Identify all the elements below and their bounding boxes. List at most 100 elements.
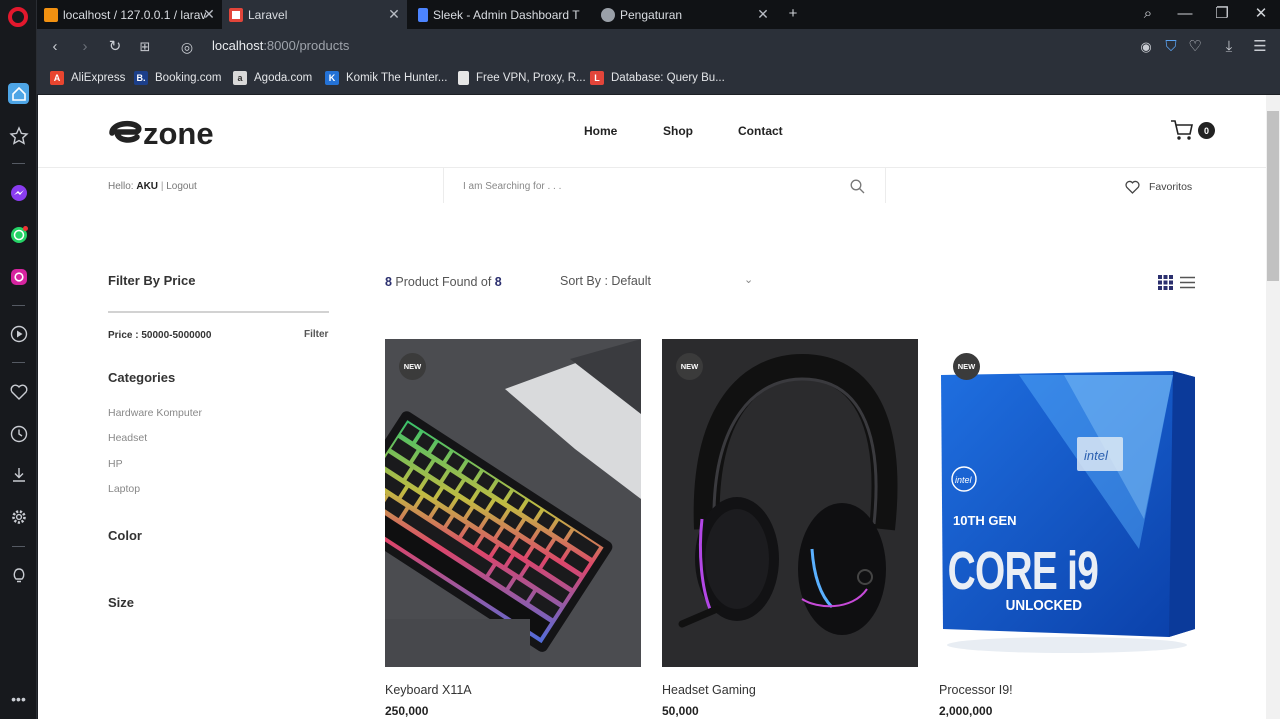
- bookmark-agoda[interactable]: a Agoda.com: [233, 71, 312, 85]
- aliexpress-icon: A: [50, 71, 64, 85]
- home-icon[interactable]: [8, 83, 29, 104]
- lightbulb-icon[interactable]: [8, 564, 29, 585]
- laravel-icon: [229, 7, 243, 22]
- nav-shop[interactable]: Shop: [663, 124, 693, 138]
- close-icon[interactable]: ✕: [202, 7, 216, 21]
- booking-icon: B.: [134, 71, 148, 85]
- search-icon[interactable]: [850, 179, 865, 194]
- grid-view-icon[interactable]: [1158, 275, 1173, 290]
- new-badge: NEW: [953, 353, 980, 380]
- downloads-icon[interactable]: [8, 464, 29, 485]
- svg-text:intel: intel: [955, 475, 973, 485]
- scrollbar-thumb[interactable]: [1267, 111, 1279, 281]
- site-logo[interactable]: zone: [108, 115, 238, 151]
- settings-icon[interactable]: [8, 506, 29, 527]
- heart-icon[interactable]: [8, 381, 29, 402]
- cart-count-badge: 0: [1198, 122, 1215, 139]
- tab-phpmyadmin[interactable]: localhost / 127.0.0.1 / larav ✕: [37, 0, 222, 29]
- laravel-icon: L: [590, 71, 604, 85]
- bookmark-free-vpn[interactable]: Free VPN, Proxy, R...: [458, 71, 586, 85]
- forward-icon[interactable]: ›: [75, 37, 95, 57]
- product-name[interactable]: Processor I9!: [939, 683, 1013, 697]
- product-image-processor[interactable]: intel intel 10TH GEN CORE i9 UNLOCKED NE…: [939, 339, 1195, 667]
- sort-select[interactable]: Sort By : Default: [560, 274, 651, 288]
- category-headset[interactable]: Headset: [108, 432, 147, 444]
- menu-icon[interactable]: ☰: [1250, 37, 1270, 57]
- products-found-text: 8 Product Found of 8: [385, 275, 502, 289]
- player-icon[interactable]: [8, 323, 29, 344]
- new-badge: NEW: [676, 353, 703, 380]
- messenger-icon[interactable]: [8, 182, 29, 203]
- heart-icon: [1125, 180, 1140, 194]
- opera-sidebar: •••: [0, 0, 37, 719]
- history-icon[interactable]: [8, 423, 29, 444]
- category-laptop[interactable]: Laptop: [108, 483, 140, 495]
- product-name[interactable]: Keyboard X11A: [385, 683, 472, 697]
- chevron-down-icon[interactable]: ⌄: [744, 273, 753, 286]
- svg-text:UNLOCKED: UNLOCKED: [1006, 597, 1082, 614]
- filter-button[interactable]: Filter: [304, 329, 328, 340]
- nav-home[interactable]: Home: [584, 124, 617, 138]
- close-icon[interactable]: ✕: [387, 7, 401, 21]
- minimize-icon[interactable]: —: [1174, 4, 1196, 24]
- list-view-icon[interactable]: [1180, 276, 1195, 289]
- opera-logo-icon[interactable]: [8, 7, 28, 27]
- phpmyadmin-icon: [44, 7, 58, 22]
- whatsapp-icon[interactable]: [8, 224, 29, 245]
- product-image-headset[interactable]: NEW: [662, 339, 918, 667]
- restore-icon[interactable]: ❐: [1211, 4, 1233, 24]
- close-icon[interactable]: ✕: [756, 7, 770, 21]
- heart-outline-icon[interactable]: ♡: [1185, 37, 1205, 57]
- tab-strip: localhost / 127.0.0.1 / larav ✕ Laravel …: [37, 0, 1280, 29]
- address-bar: ‹ › ↻ ⊞ ◎ localhost:8000/products ◉ ⛉ ♡ …: [37, 29, 1280, 64]
- new-tab-plus-icon[interactable]: +: [782, 4, 804, 24]
- product-price: 50,000: [662, 704, 699, 718]
- size-title: Size: [108, 595, 135, 610]
- reload-icon[interactable]: ↻: [105, 37, 125, 57]
- cart-button[interactable]: [1170, 119, 1194, 146]
- komik-icon: K: [325, 71, 339, 85]
- back-icon[interactable]: ‹: [45, 37, 65, 57]
- bookmark-booking[interactable]: B. Booking.com: [134, 71, 221, 85]
- price-slider[interactable]: [108, 311, 329, 313]
- bookmark-database[interactable]: L Database: Query Bu...: [590, 71, 725, 85]
- page-icon: [458, 71, 469, 85]
- svg-text:zone: zone: [143, 116, 214, 149]
- tab-laravel[interactable]: Laravel ✕: [222, 0, 407, 29]
- new-badge: NEW: [399, 353, 426, 380]
- page-scrollbar[interactable]: [1266, 95, 1280, 719]
- headset-photo: [662, 339, 918, 667]
- price-range-text: Price : 50000-5000000: [108, 330, 212, 341]
- svg-text:CORE i9: CORE i9: [948, 540, 1099, 601]
- product-price: 250,000: [385, 704, 429, 718]
- favorites-link[interactable]: Favoritos: [1125, 180, 1192, 194]
- product-image-keyboard[interactable]: NEW: [385, 339, 641, 667]
- processor-box-photo: intel intel 10TH GEN CORE i9 UNLOCKED: [939, 339, 1195, 667]
- svg-text:intel: intel: [1084, 448, 1109, 463]
- categories-title: Categories: [108, 370, 176, 385]
- category-hp[interactable]: HP: [108, 458, 123, 470]
- vpn-shield-icon[interactable]: ⛉: [1161, 37, 1181, 57]
- speed-dial-icon[interactable]: ⊞: [135, 37, 155, 57]
- search-tabs-icon[interactable]: ⌕: [1137, 4, 1159, 24]
- search-input[interactable]: I am Searching for . . .: [463, 181, 561, 192]
- url-field[interactable]: localhost:8000/products: [212, 38, 349, 53]
- bookmark-komik[interactable]: K Komik The Hunter...: [325, 71, 447, 85]
- nav-contact[interactable]: Contact: [738, 124, 783, 138]
- color-title: Color: [108, 528, 142, 543]
- bookmark-aliexpress[interactable]: A AliExpress: [50, 71, 125, 85]
- ezone-logo-icon: zone: [109, 116, 214, 151]
- web-page: zone Home Shop Contact 0 Hello: AKU | Lo…: [38, 95, 1266, 719]
- tab-pengaturan[interactable]: Pengaturan ✕: [594, 0, 776, 29]
- instagram-icon[interactable]: [8, 266, 29, 287]
- more-icon[interactable]: •••: [8, 688, 29, 709]
- tab-sleek[interactable]: Sleek - Admin Dashboard T: [411, 0, 594, 29]
- star-icon[interactable]: [8, 125, 29, 146]
- close-window-icon[interactable]: ✕: [1250, 4, 1272, 24]
- download-icon[interactable]: ⤓: [1219, 37, 1239, 57]
- user-name[interactable]: AKU: [136, 181, 158, 192]
- category-hardware-komputer[interactable]: Hardware Komputer: [108, 407, 202, 419]
- product-name[interactable]: Headset Gaming: [662, 683, 756, 697]
- logout-link[interactable]: Logout: [166, 181, 197, 192]
- camera-icon[interactable]: ◉: [1136, 37, 1156, 57]
